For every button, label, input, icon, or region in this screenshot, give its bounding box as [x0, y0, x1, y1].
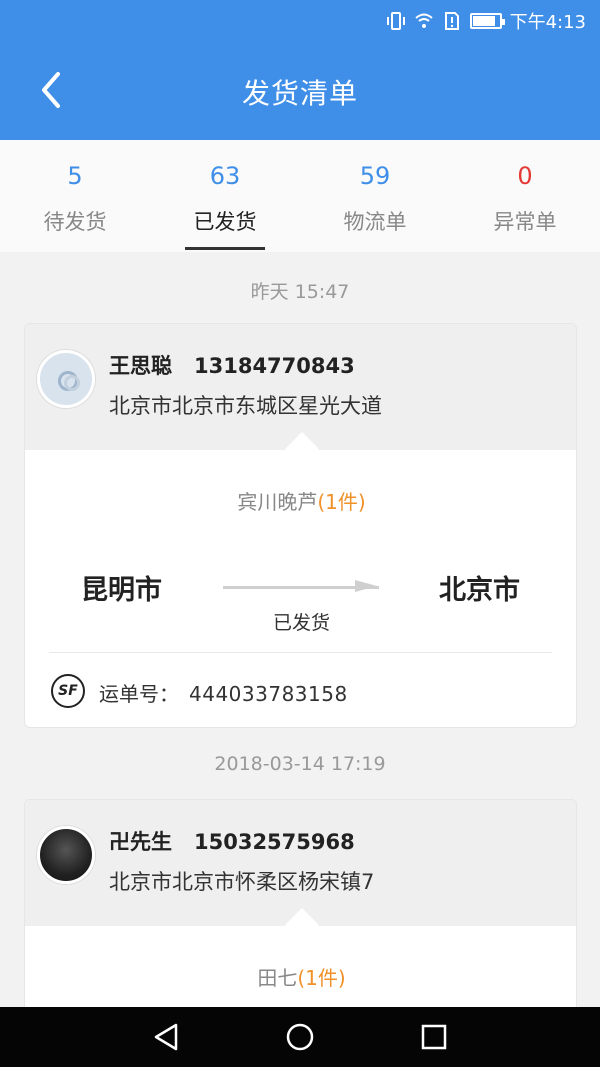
tab-count: 0 [517, 162, 533, 190]
goods-quantity: (1件) [297, 966, 346, 990]
destination-city: 北京市 [439, 575, 520, 606]
tab-count: 59 [359, 162, 391, 190]
status-time: 下午4:13 [509, 12, 586, 33]
sf-express-icon: SF [51, 674, 85, 708]
tab-label: 待发货 [43, 210, 107, 234]
nav-recents-icon[interactable] [418, 1021, 450, 1053]
avatar [37, 350, 95, 408]
waybill-line: 运单号： 444033783158 [99, 678, 348, 707]
nav-bar: 发货清单 [0, 40, 600, 140]
tab-pending[interactable]: 5 待发货 [0, 140, 150, 252]
status-icons: 下午4:13 [386, 8, 586, 34]
status-tabs: 5 待发货 63 已发货 59 物流单 0 异常单 [0, 140, 600, 252]
waybill-number: 444033783158 [189, 682, 348, 706]
order-date: 昨天 15:47 [250, 281, 350, 303]
system-nav-bar [0, 1007, 600, 1067]
goods-line: 田七(1件) [25, 962, 576, 991]
route-arrow-icon [355, 580, 377, 592]
recipient-phone: 15032575968 [194, 830, 355, 854]
tab-label: 已发货 [193, 210, 257, 234]
avatar [37, 826, 95, 884]
nav-home-icon[interactable] [284, 1021, 316, 1053]
status-bar: 下午4:13 [0, 0, 600, 40]
goods-line: 宾川晚芦(1件) [25, 486, 576, 515]
recipient-name: 卍先生 [109, 830, 172, 854]
order-date: 2018-03-14 17:19 [214, 753, 386, 775]
waybill-label: 运单号： [99, 682, 179, 706]
recipient-address: 北京市北京市怀柔区杨宋镇7 [109, 870, 375, 894]
shipping-status: 已发货 [272, 612, 330, 634]
recipient-name: 王思聪 [109, 354, 172, 378]
battery-icon [469, 13, 505, 29]
origin-city: 昆明市 [81, 575, 162, 606]
nav-back-icon[interactable] [150, 1021, 182, 1053]
goods-name: 宾川晚芦 [237, 490, 318, 514]
sim-alert-icon [444, 12, 459, 30]
goods-name: 田七 [257, 966, 298, 990]
app-header: 下午4:13 发货清单 [0, 0, 600, 140]
recipient-address: 北京市北京市东城区星光大道 [109, 394, 382, 418]
tab-count: 63 [209, 162, 241, 190]
vibrate-icon [386, 12, 405, 30]
tab-exception[interactable]: 0 异常单 [450, 140, 600, 252]
tab-shipped[interactable]: 63 已发货 [150, 140, 300, 252]
battery-level [472, 16, 495, 26]
page-title: 发货清单 [241, 77, 358, 110]
divider [49, 652, 552, 653]
tab-logistics[interactable]: 59 物流单 [300, 140, 450, 252]
recipient-line: 王思聪 13184770843 [109, 350, 355, 380]
tab-label: 异常单 [493, 210, 557, 234]
recipient-phone: 13184770843 [194, 354, 355, 378]
order-card[interactable]: 王思聪 13184770843 北京市北京市东城区星光大道 宾川晚芦(1件) 昆明… [24, 323, 577, 728]
active-tab-indicator [185, 247, 265, 250]
tab-label: 物流单 [343, 210, 407, 234]
tab-count: 5 [67, 162, 83, 190]
goods-quantity: (1件) [317, 490, 366, 514]
recipient-line: 卍先生 15032575968 [109, 826, 355, 856]
wifi-icon [414, 13, 433, 28]
